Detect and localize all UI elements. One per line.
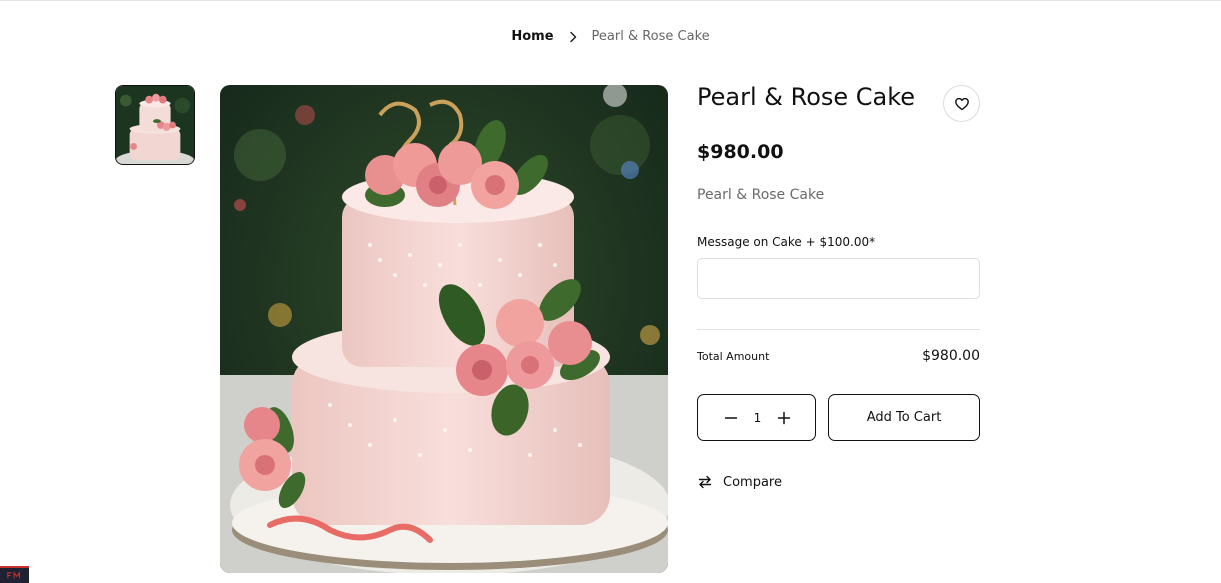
product-title: Pearl & Rose Cake [697, 83, 916, 111]
compare-label: Compare [723, 474, 782, 490]
plus-icon [777, 411, 791, 425]
breadcrumb: Home Pearl & Rose Cake [0, 29, 1221, 44]
chevron-right-icon [566, 30, 580, 44]
breadcrumb-home-link[interactable]: Home [511, 29, 553, 44]
wishlist-button[interactable] [943, 85, 980, 122]
product-subtitle: Pearl & Rose Cake [697, 187, 825, 203]
heart-icon [954, 96, 970, 112]
total-amount-label: Total Amount [697, 350, 770, 363]
quantity-stepper: 1 [697, 394, 816, 441]
product-main-image [220, 85, 668, 573]
breadcrumb-current: Pearl & Rose Cake [591, 29, 710, 44]
product-price: $980.00 [697, 141, 784, 163]
quantity-increase-button[interactable] [777, 411, 791, 425]
minus-icon [724, 411, 738, 425]
corner-widget-badge[interactable] [0, 566, 29, 583]
compare-arrows-icon [697, 474, 713, 490]
compare-button[interactable]: Compare [697, 474, 782, 490]
product-thumbnail[interactable] [115, 85, 195, 165]
divider [697, 329, 980, 330]
quantity-decrease-button[interactable] [724, 411, 738, 425]
quantity-value[interactable]: 1 [748, 411, 768, 425]
total-amount-value: $980.00 [922, 348, 980, 364]
message-on-cake-input[interactable] [697, 258, 980, 299]
top-border [0, 0, 1221, 1]
add-to-cart-button[interactable]: Add To Cart [828, 394, 980, 441]
message-on-cake-label: Message on Cake + $100.00* [697, 235, 876, 249]
